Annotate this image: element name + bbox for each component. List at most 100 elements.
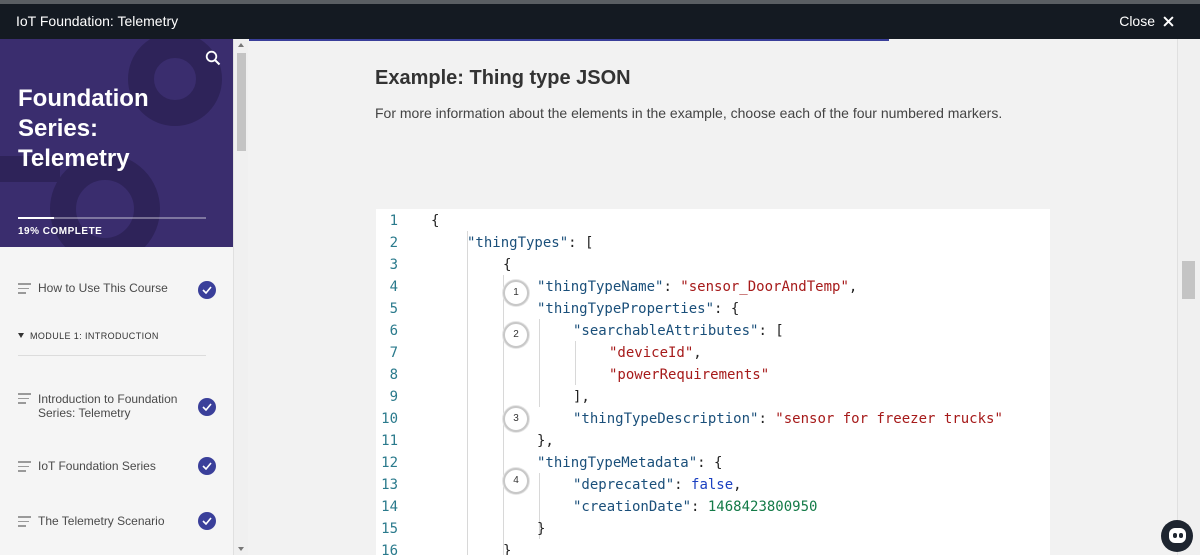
section-heading: Example: Thing type JSON [375,67,631,89]
code-token: : [674,477,692,493]
lesson-icon [18,461,31,475]
code-line: 8 "powerRequirements" [376,367,1050,389]
code-line: 16} [376,543,1050,555]
sidebar-item-label: IoT Foundation Series [38,459,156,473]
code-token: , [848,279,858,295]
sidebar-item-label: How to Use This Course [38,281,168,295]
code-text: "thingTypeName": "sensor_DoorAndTemp", [537,279,857,295]
code-block: 1 2 3 4 1{2 "thingTypes": [3{4 "thingTypeN… [376,209,1050,555]
lesson-icon [18,393,31,407]
complete-check-icon [198,398,216,416]
course-hero: Foundation Series: Telemetry 19% COMPLET… [0,39,233,247]
chat-assistant-button[interactable] [1161,520,1193,552]
code-line: 4 "thingTypeName": "sensor_DoorAndTemp", [376,279,1050,301]
module-header[interactable]: MODULE 1: INTRODUCTION [18,331,206,356]
scroll-down-icon[interactable] [238,547,244,551]
code-token: 1468423800950 [707,499,818,515]
sidebar: Foundation Series: Telemetry 19% COMPLET… [0,39,233,555]
content-scrollbar[interactable] [1177,39,1200,555]
code-line: 7 "deviceId", [376,345,1050,367]
code-token: : [691,499,708,515]
module-label: MODULE 1: INTRODUCTION [30,331,159,341]
code-token: "powerRequirements" [609,367,770,383]
code-token: "thingTypeName" [537,279,664,295]
line-number: 16 [381,543,398,555]
code-line: 5 "thingTypeProperties": { [376,301,1050,323]
code-line: 9], [376,389,1050,411]
code-line: 10 "thingTypeDescription": "sensor for fr… [376,411,1050,433]
complete-check-icon [198,512,216,530]
scrollbar-thumb[interactable] [237,53,246,151]
code-line: 6 "searchableAttributes": [ [376,323,1050,345]
line-number: 1 [389,213,398,229]
code-token: "deviceId" [609,345,694,361]
complete-check-icon [198,281,216,299]
code-token: : [ [758,323,784,339]
code-text: } [537,521,545,537]
line-number: 9 [389,389,398,405]
line-number: 3 [389,257,398,273]
line-number: 10 [381,411,398,427]
code-token: : { [714,301,740,317]
code-token: "thingTypeDescription" [573,411,759,427]
line-number: 6 [389,323,398,339]
code-token: , [733,477,742,493]
code-token: } [537,521,546,537]
code-text: "creationDate": 1468423800950 [573,499,817,515]
code-text: "searchableAttributes": [ [573,323,784,339]
scrollbar-thumb[interactable] [1182,261,1195,299]
sidebar-item-telemetry-scenario[interactable]: The Telemetry Scenario [0,502,233,552]
code-line: 12 "thingTypeMetadata": { [376,455,1050,477]
code-token: "deprecated" [573,477,675,493]
lesson-progress-line [249,39,889,41]
sidebar-item-introduction[interactable]: Introduction to Foundation Series: Telem… [0,377,233,437]
code-text: ], [573,389,590,405]
code-line: 3{ [376,257,1050,279]
code-token: "thingTypeMetadata" [537,455,698,471]
sidebar-scrollbar[interactable] [233,39,248,555]
close-label: Close [1119,13,1155,29]
sidebar-item-how-to-use[interactable]: How to Use This Course [0,247,233,325]
lesson-content: Example: Thing type JSON For more inform… [249,39,1177,555]
code-line: 1{ [376,213,1050,235]
code-line: 13 "deprecated": false, [376,477,1050,499]
line-number: 12 [381,455,398,471]
progress-label: 19% COMPLETE [18,226,103,237]
code-token: : [663,279,681,295]
code-token: "sensor for freezer trucks" [775,411,1003,427]
code-token: false [691,477,734,493]
code-token: }, [537,433,554,449]
scroll-up-icon[interactable] [238,43,244,47]
code-line: 15} [376,521,1050,543]
code-token: ], [573,389,590,405]
code-token: : { [697,455,723,471]
search-icon[interactable] [205,50,221,66]
top-bar: IoT Foundation: Telemetry Close [0,0,1200,39]
progress-bar-fill [18,217,54,219]
sidebar-item-iot-foundation-series[interactable]: IoT Foundation Series [0,447,233,497]
line-number: 5 [389,301,398,317]
code-text: } [503,543,511,555]
code-token: } [503,543,512,555]
close-button[interactable]: Close [1119,13,1174,29]
line-number: 7 [389,345,398,361]
code-token: : [ [568,235,594,251]
lesson-icon [18,516,31,530]
code-token: "thingTypeProperties" [537,301,715,317]
code-token: : [758,411,776,427]
code-token: "sensor_DoorAndTemp" [680,279,849,295]
intro-text: For more information about the elements … [375,105,1003,121]
code-text: "deviceId", [609,345,702,361]
code-line: 14 "creationDate": 1468423800950 [376,499,1050,521]
code-text: "powerRequirements" [609,367,769,383]
code-text: "thingTypes": [ [467,235,593,251]
line-number: 2 [389,235,398,251]
caret-down-icon [18,333,24,338]
complete-check-icon [198,457,216,475]
line-number: 14 [381,499,398,515]
robot-icon [1169,528,1186,543]
code-token: , [693,345,702,361]
code-token: { [503,257,512,273]
line-number: 4 [389,279,398,295]
lesson-icon [18,283,31,297]
